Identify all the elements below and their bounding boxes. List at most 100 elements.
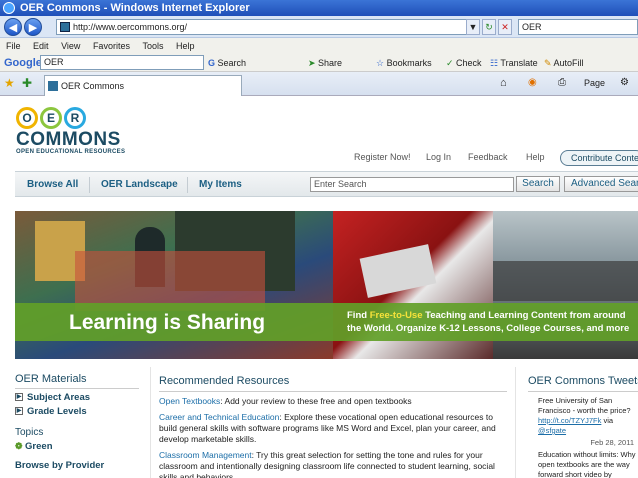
topics-heading: Topics — [15, 427, 44, 438]
google-g-icon: G — [208, 58, 218, 68]
tweet-user-link[interactable]: @sfgate — [538, 426, 566, 435]
tweet-item: Free University of San Francisco - worth… — [538, 396, 631, 435]
address-bar[interactable]: http://www.oercommons.org/ — [56, 19, 480, 35]
recommended-resources: Recommended Resources Open Textbooks: Ad… — [150, 367, 516, 478]
address-row: ◀ ▶ http://www.oercommons.org/ ▼ ↻ ✕ OER — [0, 16, 638, 38]
page-icon — [60, 22, 70, 32]
browser-search-input[interactable]: OER — [518, 19, 638, 35]
tagline-highlight: Free-to-Use — [369, 310, 423, 321]
site-search-button[interactable]: Search — [516, 176, 560, 192]
resource-item: Classroom Management: Try this great sel… — [159, 450, 495, 478]
subject-areas-link[interactable]: ▶ Subject Areas — [15, 392, 139, 403]
menu-favorites[interactable]: Favorites — [93, 41, 130, 51]
stop-icon[interactable]: ✕ — [498, 19, 512, 35]
logo-letter-o: O — [16, 107, 38, 129]
window-title: OER Commons - Windows Internet Explorer — [20, 2, 250, 14]
register-link[interactable]: Register Now! — [354, 152, 411, 162]
tweets-heading: OER Commons Tweets — [528, 375, 638, 392]
add-favorite-icon[interactable]: ✚ — [22, 76, 32, 90]
translate-icon: ☷ — [490, 58, 501, 68]
contribute-button[interactable]: Contribute Content — [560, 150, 638, 166]
expand-icon: ▶ — [15, 393, 23, 402]
back-button[interactable]: ◀ — [4, 18, 22, 36]
expand-icon: ▶ — [15, 407, 23, 416]
login-link[interactable]: Log In — [426, 152, 451, 162]
feedback-link[interactable]: Feedback — [468, 152, 508, 162]
page-menu[interactable]: Page — [584, 78, 605, 88]
translate-button[interactable]: ☷ Translate — [490, 54, 538, 72]
tweet-link[interactable]: http://t.co/TZYJ7Fk — [538, 416, 601, 425]
students-shapes — [75, 251, 265, 311]
leaf-icon: ❁ — [15, 441, 26, 451]
address-url: http://www.oercommons.org/ — [73, 22, 188, 32]
nav-oer-landscape[interactable]: OER Landscape — [101, 179, 178, 190]
logo-word: COMMONS — [16, 129, 121, 150]
help-link[interactable]: Help — [526, 152, 545, 162]
tagline-rest: Teaching and Learning Content from aroun… — [425, 310, 626, 321]
nav-divider — [89, 177, 90, 193]
oer-materials-heading: OER Materials — [15, 373, 139, 389]
tab-oer-commons[interactable]: OER Commons — [44, 75, 242, 96]
menu-help[interactable]: Help — [176, 41, 195, 51]
print-icon[interactable]: ⎙ — [558, 77, 566, 88]
favorites-star-icon[interactable]: ★ — [4, 76, 15, 90]
nav-divider — [187, 177, 188, 193]
share-button[interactable]: ➤ Share — [308, 54, 342, 72]
nav-browse-all[interactable]: Browse All — [27, 179, 78, 190]
home-icon[interactable]: ⌂ — [500, 77, 507, 89]
share-icon: ➤ — [308, 58, 319, 68]
menu-edit[interactable]: Edit — [33, 41, 49, 51]
oer-commons-logo[interactable]: OER COMMONS OPEN EDUCATIONAL RESOURCES — [16, 107, 125, 155]
feeds-icon[interactable]: ◉ — [528, 77, 537, 88]
resource-item: Open Textbooks: Add your review to these… — [159, 396, 412, 406]
forward-button[interactable]: ▶ — [24, 18, 42, 36]
resource-link-cte[interactable]: Career and Technical Education — [159, 412, 279, 422]
nav-my-items[interactable]: My Items — [199, 179, 242, 190]
advanced-search-button[interactable]: Advanced Search — [564, 176, 638, 192]
bookmarks-button[interactable]: ☆ Bookmarks — [376, 54, 432, 72]
refresh-icon[interactable]: ↻ — [482, 19, 496, 35]
laptop-shape — [359, 244, 437, 298]
window-titlebar: OER Commons - Windows Internet Explorer — [0, 0, 638, 16]
oer-favicon-icon — [48, 81, 58, 91]
google-toolbar: Google OER G Search ➤ Share ☆ Bookmarks … — [0, 54, 638, 72]
oer-materials-panel: OER Materials ▶ Subject Areas ▶ Grade Leve… — [15, 373, 139, 471]
recommended-heading: Recommended Resources — [159, 375, 507, 392]
tab-row: ★ ✚ OER Commons ⌂ ◉ ⎙ Page ⚙ — [0, 72, 638, 96]
grade-levels-link[interactable]: ▶ Grade Levels — [15, 406, 139, 417]
menu-file[interactable]: File — [6, 41, 21, 51]
resource-link-open-textbooks[interactable]: Open Textbooks — [159, 396, 220, 406]
logo-subtitle: OPEN EDUCATIONAL RESOURCES — [16, 149, 126, 155]
tools-menu-icon[interactable]: ⚙ — [620, 77, 629, 88]
browse-by-provider-link[interactable]: Browse by Provider — [15, 460, 139, 471]
check-icon: ✓ — [446, 58, 457, 68]
banner-headline: Learning is Sharing — [69, 311, 266, 334]
hero-banner[interactable]: Learning is Sharing Find Free-to-Use Tea… — [15, 211, 638, 359]
resource-item: Career and Technical Education: Explore … — [159, 412, 496, 444]
logo-letter-r: R — [64, 107, 86, 129]
menu-bar: File Edit View Favorites Tools Help — [0, 38, 638, 54]
pencil-icon: ✎ — [544, 58, 554, 68]
topic-green-link[interactable]: ❁ Green — [15, 441, 139, 452]
star-icon: ☆ — [376, 58, 387, 68]
address-dropdown-icon[interactable]: ▼ — [466, 19, 480, 35]
resource-link-classroom-mgmt[interactable]: Classroom Management — [159, 450, 252, 460]
autofill-button[interactable]: ✎ AutoFill — [544, 54, 584, 72]
banner-tagline: Find Free-to-Use Teaching and Learning C… — [347, 309, 638, 335]
google-logo: Google — [4, 57, 42, 69]
site-search-input[interactable]: Enter Search — [310, 177, 514, 192]
tab-title: OER Commons — [61, 81, 125, 91]
logo-letter-e: E — [40, 107, 62, 129]
menu-view[interactable]: View — [61, 41, 80, 51]
page-content: OER COMMONS OPEN EDUCATIONAL RESOURCES R… — [0, 97, 638, 478]
audience-shapes — [493, 261, 638, 301]
google-search-button[interactable]: G Search — [208, 54, 246, 72]
google-search-input[interactable]: OER — [40, 55, 204, 70]
tagline-line2: the World. Organize K-12 Lessons, Colleg… — [347, 323, 630, 334]
tweet-date: Feb 28, 2011 — [590, 438, 634, 447]
tagline-find: Find — [347, 310, 368, 321]
tweets-panel: OER Commons Tweets Free University of Sa… — [528, 367, 638, 478]
menu-tools[interactable]: Tools — [142, 41, 163, 51]
check-button[interactable]: ✓ Check — [446, 54, 482, 72]
ie-logo-icon — [3, 2, 15, 14]
